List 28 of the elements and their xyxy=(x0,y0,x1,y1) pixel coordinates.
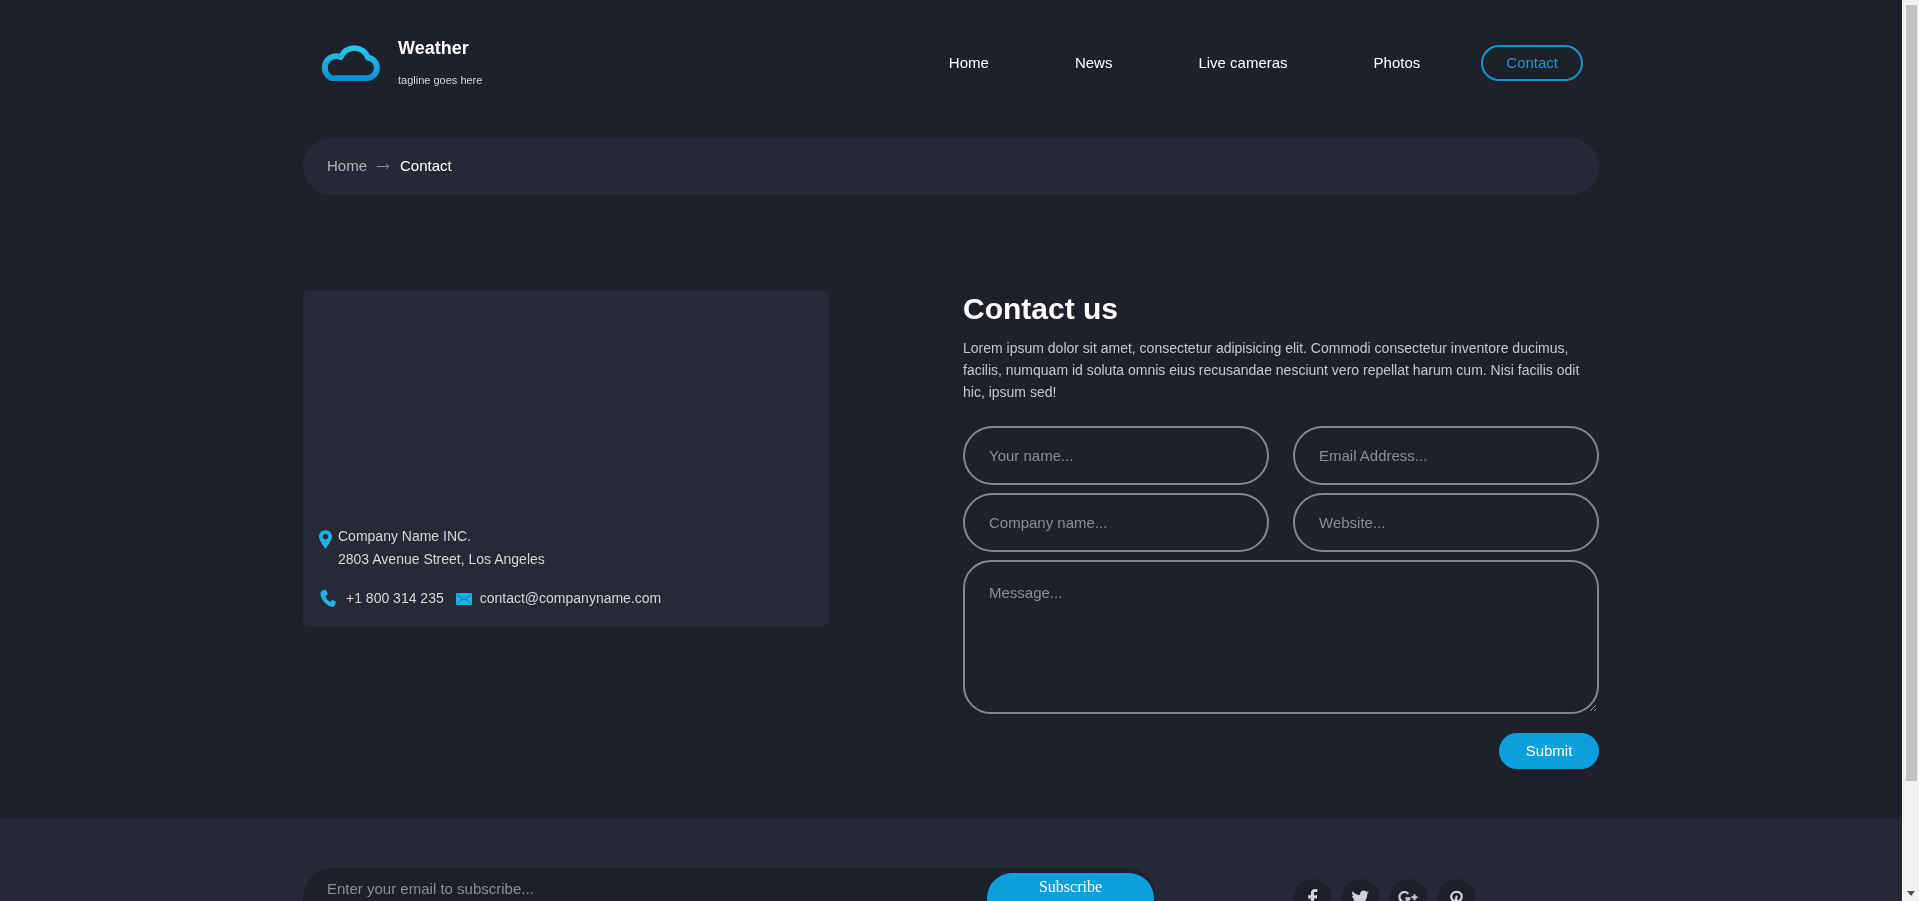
company-address: 2803 Avenue Street, Los Angeles xyxy=(338,550,545,569)
text-field[interactable]: Website... xyxy=(1293,493,1599,552)
site-tagline: tagline goes here xyxy=(398,74,483,87)
contact-title: Contact us xyxy=(963,291,1119,327)
phone-icon xyxy=(319,589,336,608)
text-field[interactable]: Your name... xyxy=(963,426,1269,485)
message-field[interactable]: Message... xyxy=(963,560,1599,714)
text-field[interactable]: Email Address... xyxy=(1293,426,1599,485)
site-title: Weather xyxy=(398,37,470,59)
company-name: Company Name INC. xyxy=(338,527,473,546)
scrollbar-thumb[interactable] xyxy=(1905,5,1917,781)
nav-link[interactable]: Photos xyxy=(1348,45,1446,81)
breadcrumb-link[interactable]: Home xyxy=(327,155,367,178)
breadcrumb-current: Contact xyxy=(400,156,452,177)
text-field[interactable]: Company name... xyxy=(963,493,1269,552)
nav-link[interactable]: Contact xyxy=(1481,45,1583,81)
nav-link[interactable]: Live cameras xyxy=(1173,45,1313,81)
cloud-logo-icon xyxy=(320,44,383,82)
scroll-down-icon[interactable] xyxy=(1907,891,1915,896)
phone-number: +1 800 314 235 xyxy=(346,589,444,608)
nav-link[interactable]: News xyxy=(1049,45,1138,81)
scrollbar-track[interactable] xyxy=(1902,0,1919,901)
envelope-icon xyxy=(455,592,472,605)
arrow-icon xyxy=(377,163,390,170)
nav-link[interactable]: Home xyxy=(923,45,1014,81)
contact-description: Lorem ipsum dolor sit amet, consectetur adipisicing elit. Commodi consectetur inventore ducimus, facilis, numquam id soluta omnis eius recusandae nesciunt vero repellat harum cum. Nisi facilis odit hic, ipsum sed! xyxy=(963,339,1581,402)
email-address: contact@companyname.com xyxy=(479,589,662,608)
map-pin-icon xyxy=(319,530,332,549)
